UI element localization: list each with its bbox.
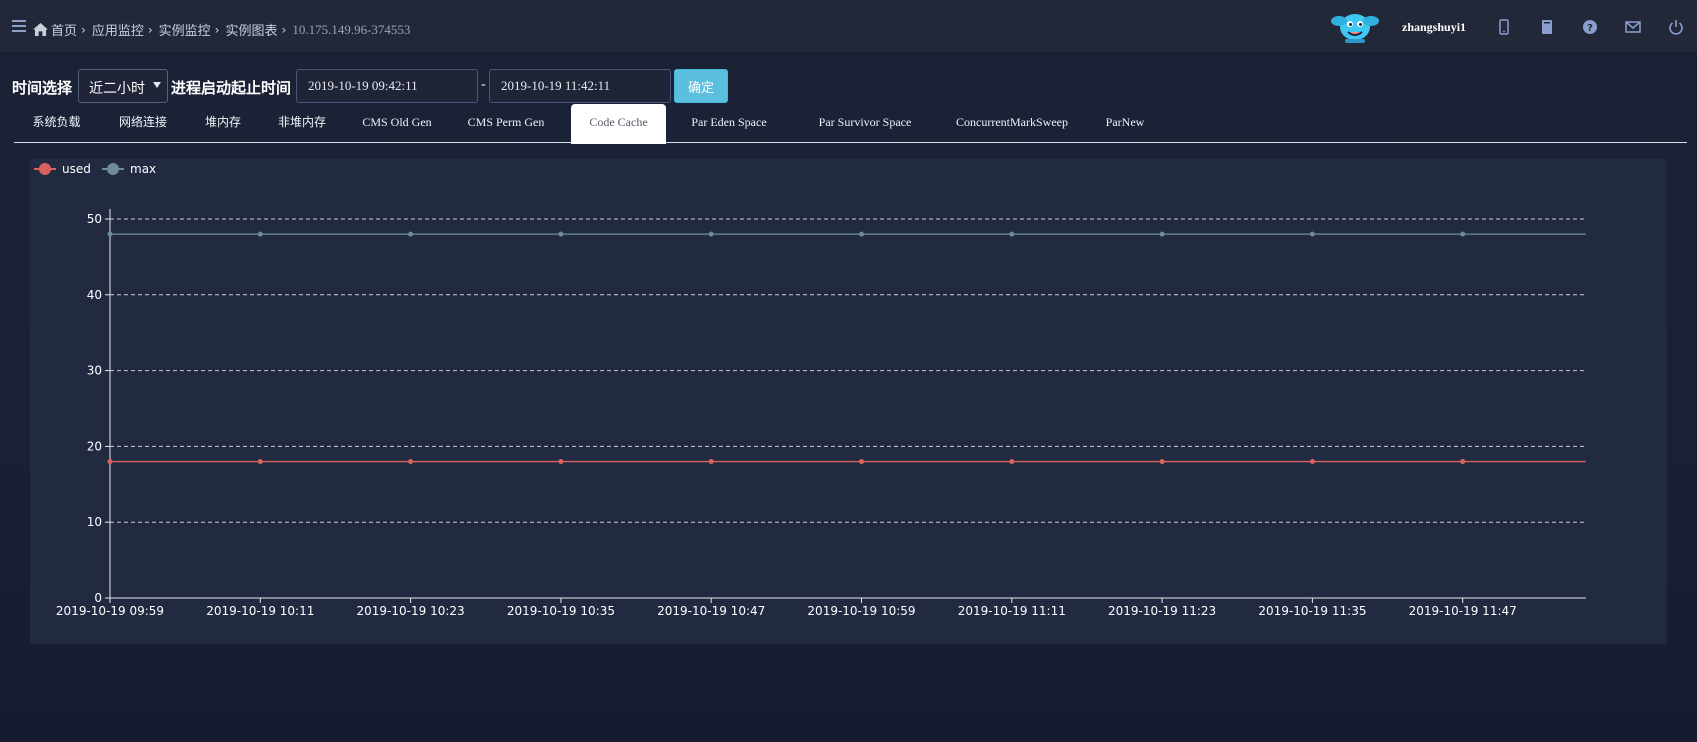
confirm-button[interactable]: 确定 bbox=[674, 69, 728, 103]
data-point-used bbox=[408, 459, 414, 465]
tab-non-heap[interactable]: 非堆内存 bbox=[260, 104, 344, 143]
x-tick-label: 2019-10-19 09:59 bbox=[56, 604, 164, 618]
y-tick-label: 20 bbox=[87, 439, 102, 453]
breadcrumb-home[interactable]: 首页 bbox=[51, 20, 77, 39]
y-tick-label: 0 bbox=[94, 591, 102, 605]
chevron-right-icon: › bbox=[147, 22, 153, 37]
time-range-select[interactable]: 近二小时 bbox=[78, 69, 168, 103]
range-separator: - bbox=[481, 77, 486, 92]
legend-marker-used bbox=[39, 163, 51, 175]
process-range-label: 进程启动起止时间 bbox=[171, 79, 292, 97]
legend-label-max: max bbox=[130, 162, 156, 176]
data-point-used bbox=[558, 459, 564, 465]
tab-par-survivor-space[interactable]: Par Survivor Space bbox=[792, 104, 938, 143]
tab-parnew[interactable]: ParNew bbox=[1090, 104, 1160, 143]
tab-system-load[interactable]: 系统负载 bbox=[14, 104, 99, 143]
data-point-max bbox=[1460, 231, 1466, 237]
time-toolbar: 时间选择 近二小时 进程启动起止时间 - 确定 bbox=[12, 69, 1692, 103]
x-tick-label: 2019-10-19 10:59 bbox=[807, 604, 915, 618]
data-point-used bbox=[859, 459, 864, 465]
line-chart: 0 10 20 30 40 50 2019-10-19 09:59 2019-10-19 10… bbox=[34, 162, 1586, 618]
data-point-max bbox=[107, 231, 113, 237]
start-time-input[interactable] bbox=[296, 69, 478, 103]
y-tick-label: 10 bbox=[87, 515, 102, 529]
power-icon[interactable] bbox=[1668, 19, 1684, 35]
home-icon bbox=[33, 23, 48, 36]
data-point-max bbox=[859, 231, 864, 237]
chart-panel: 0 10 20 30 40 50 2019-10-19 09:59 2019-10-19 10… bbox=[30, 159, 1667, 644]
data-point-used bbox=[1309, 459, 1315, 465]
breadcrumb-instance-monitor[interactable]: 实例监控 bbox=[159, 20, 211, 39]
x-tick-label: 2019-10-19 11:35 bbox=[1258, 604, 1366, 618]
data-point-max bbox=[257, 231, 263, 237]
menu-icon[interactable] bbox=[12, 20, 26, 32]
data-point-used bbox=[1460, 459, 1466, 465]
breadcrumb: 首页 › 应用监控 › 实例监控 › 实例图表 › 10.175.149.96-3745… bbox=[33, 20, 410, 39]
username[interactable]: zhangshuyi1 bbox=[1402, 20, 1466, 35]
tab-code-cache[interactable]: Code Cache bbox=[571, 104, 666, 144]
time-range-value: 近二小时 bbox=[89, 81, 145, 97]
mail-icon[interactable] bbox=[1625, 19, 1641, 35]
book-icon[interactable] bbox=[1539, 19, 1555, 35]
top-bar: 首页 › 应用监控 › 实例监控 › 实例图表 › 10.175.149.96-3745… bbox=[0, 0, 1697, 53]
chevron-right-icon: › bbox=[214, 22, 220, 37]
data-point-max bbox=[408, 231, 414, 237]
legend-label-used: used bbox=[62, 162, 91, 176]
tab-network[interactable]: 网络连接 bbox=[101, 104, 185, 143]
x-tick-label: 2019-10-19 10:47 bbox=[657, 604, 765, 618]
data-point-used bbox=[257, 459, 263, 465]
x-tick-label: 2019-10-19 10:11 bbox=[206, 604, 314, 618]
metric-tabs: 系统负载 网络连接 堆内存 非堆内存 CMS Old Gen CMS Perm … bbox=[14, 104, 1687, 144]
x-tick-label: 2019-10-19 11:23 bbox=[1108, 604, 1216, 618]
chevron-right-icon: › bbox=[281, 22, 287, 37]
data-point-used bbox=[708, 459, 714, 465]
data-point-max bbox=[1009, 231, 1015, 237]
y-tick-label: 30 bbox=[87, 364, 102, 378]
breadcrumb-instance-id: 10.175.149.96-374553 bbox=[292, 21, 411, 37]
data-point-max bbox=[558, 231, 564, 237]
y-tick-label: 50 bbox=[87, 212, 102, 226]
x-tick-label: 2019-10-19 11:11 bbox=[958, 604, 1066, 618]
tab-concurrent-mark-sweep[interactable]: ConcurrentMarkSweep bbox=[932, 104, 1092, 143]
mobile-icon[interactable] bbox=[1496, 19, 1512, 35]
data-point-max bbox=[1159, 231, 1165, 237]
svg-text:?: ? bbox=[1587, 23, 1593, 34]
data-point-used bbox=[1009, 459, 1015, 465]
time-select-label: 时间选择 bbox=[12, 79, 73, 97]
data-point-used bbox=[107, 459, 113, 465]
mascot-logo bbox=[1331, 14, 1379, 43]
tab-par-eden-space[interactable]: Par Eden Space bbox=[669, 104, 789, 143]
tab-cms-perm-gen[interactable]: CMS Perm Gen bbox=[451, 104, 561, 143]
end-time-input[interactable] bbox=[489, 69, 671, 103]
tab-heap[interactable]: 堆内存 bbox=[188, 104, 258, 143]
x-tick-label: 2019-10-19 10:23 bbox=[357, 604, 465, 618]
data-point-used bbox=[1159, 459, 1165, 465]
breadcrumb-app-monitor[interactable]: 应用监控 bbox=[92, 20, 144, 39]
y-tick-label: 40 bbox=[87, 288, 102, 302]
legend-marker-max bbox=[107, 163, 119, 175]
tab-cms-old-gen[interactable]: CMS Old Gen bbox=[347, 104, 447, 143]
caret-down-icon bbox=[153, 82, 161, 88]
x-tick-label: 2019-10-19 10:35 bbox=[507, 604, 615, 618]
breadcrumb-instance-chart[interactable]: 实例图表 bbox=[225, 20, 277, 39]
data-point-max bbox=[708, 231, 714, 237]
x-tick-label: 2019-10-19 11:47 bbox=[1409, 604, 1517, 618]
help-icon[interactable]: ? bbox=[1582, 19, 1598, 35]
data-point-max bbox=[1309, 231, 1315, 237]
chevron-right-icon: › bbox=[81, 22, 86, 37]
